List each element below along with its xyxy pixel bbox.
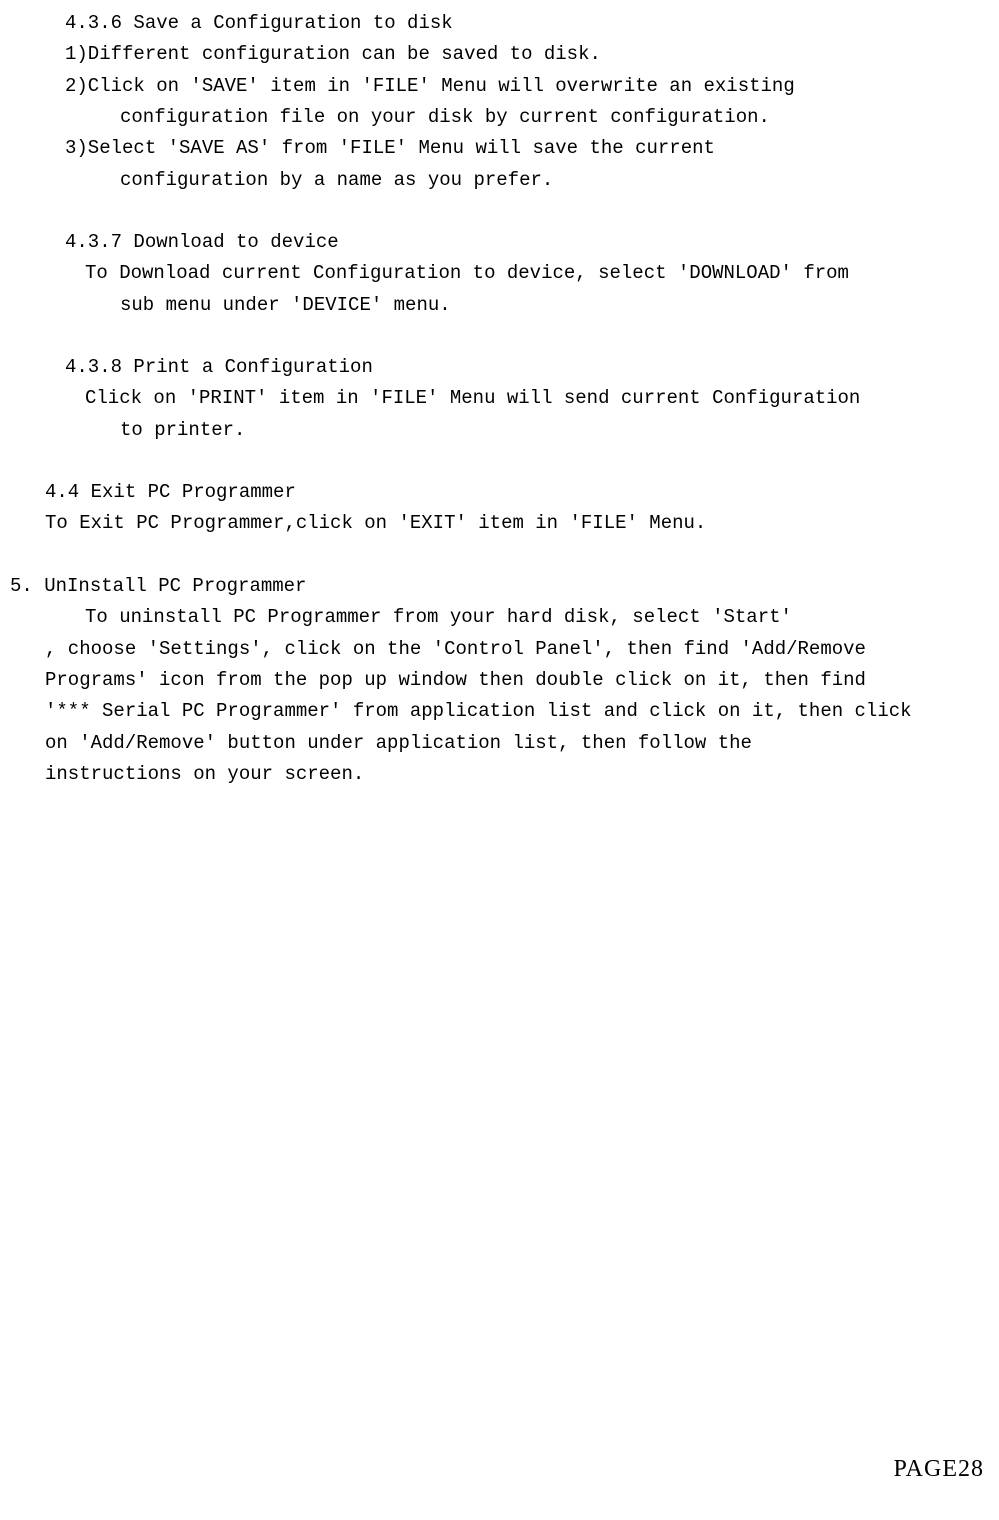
section-436-line3: 3)Select 'SAVE AS' from 'FILE' Menu will… <box>5 133 999 164</box>
section-5-line3: Programs' icon from the pop up window th… <box>5 665 999 696</box>
section-436-heading: 4.3.6 Save a Configuration to disk <box>5 8 999 39</box>
section-436-line2: 2)Click on 'SAVE' item in 'FILE' Menu wi… <box>5 71 999 102</box>
blank-line <box>5 321 999 352</box>
section-436-line3b: configuration by a name as you prefer. <box>5 165 999 196</box>
section-5-heading: 5. UnInstall PC Programmer <box>5 571 999 602</box>
section-44-line1: To Exit PC Programmer,click on 'EXIT' it… <box>5 508 999 539</box>
section-5-line5: on 'Add/Remove' button under application… <box>5 728 999 759</box>
blank-line <box>5 446 999 477</box>
section-436-line1: 1)Different configuration can be saved t… <box>5 39 999 70</box>
section-5-line4: '*** Serial PC Programmer' from applicat… <box>5 696 999 727</box>
section-5-line2: , choose 'Settings', click on the 'Contr… <box>5 634 999 665</box>
section-5-line1: To uninstall PC Programmer from your har… <box>5 602 999 633</box>
section-436-line2b: configuration file on your disk by curre… <box>5 102 999 133</box>
section-438-line1b: to printer. <box>5 415 999 446</box>
section-437-line1b: sub menu under 'DEVICE' menu. <box>5 290 999 321</box>
document-content: 4.3.6 Save a Configuration to disk 1)Dif… <box>0 8 999 790</box>
section-438-heading: 4.3.8 Print a Configuration <box>5 352 999 383</box>
blank-line <box>5 196 999 227</box>
section-44-heading: 4.4 Exit PC Programmer <box>5 477 999 508</box>
section-5-line6: instructions on your screen. <box>5 759 999 790</box>
section-437-heading: 4.3.7 Download to device <box>5 227 999 258</box>
section-437-line1: To Download current Configuration to dev… <box>5 258 999 289</box>
section-438-line1: Click on 'PRINT' item in 'FILE' Menu wil… <box>5 383 999 414</box>
page-number: PAGE28 <box>894 1450 984 1490</box>
blank-line <box>5 540 999 571</box>
